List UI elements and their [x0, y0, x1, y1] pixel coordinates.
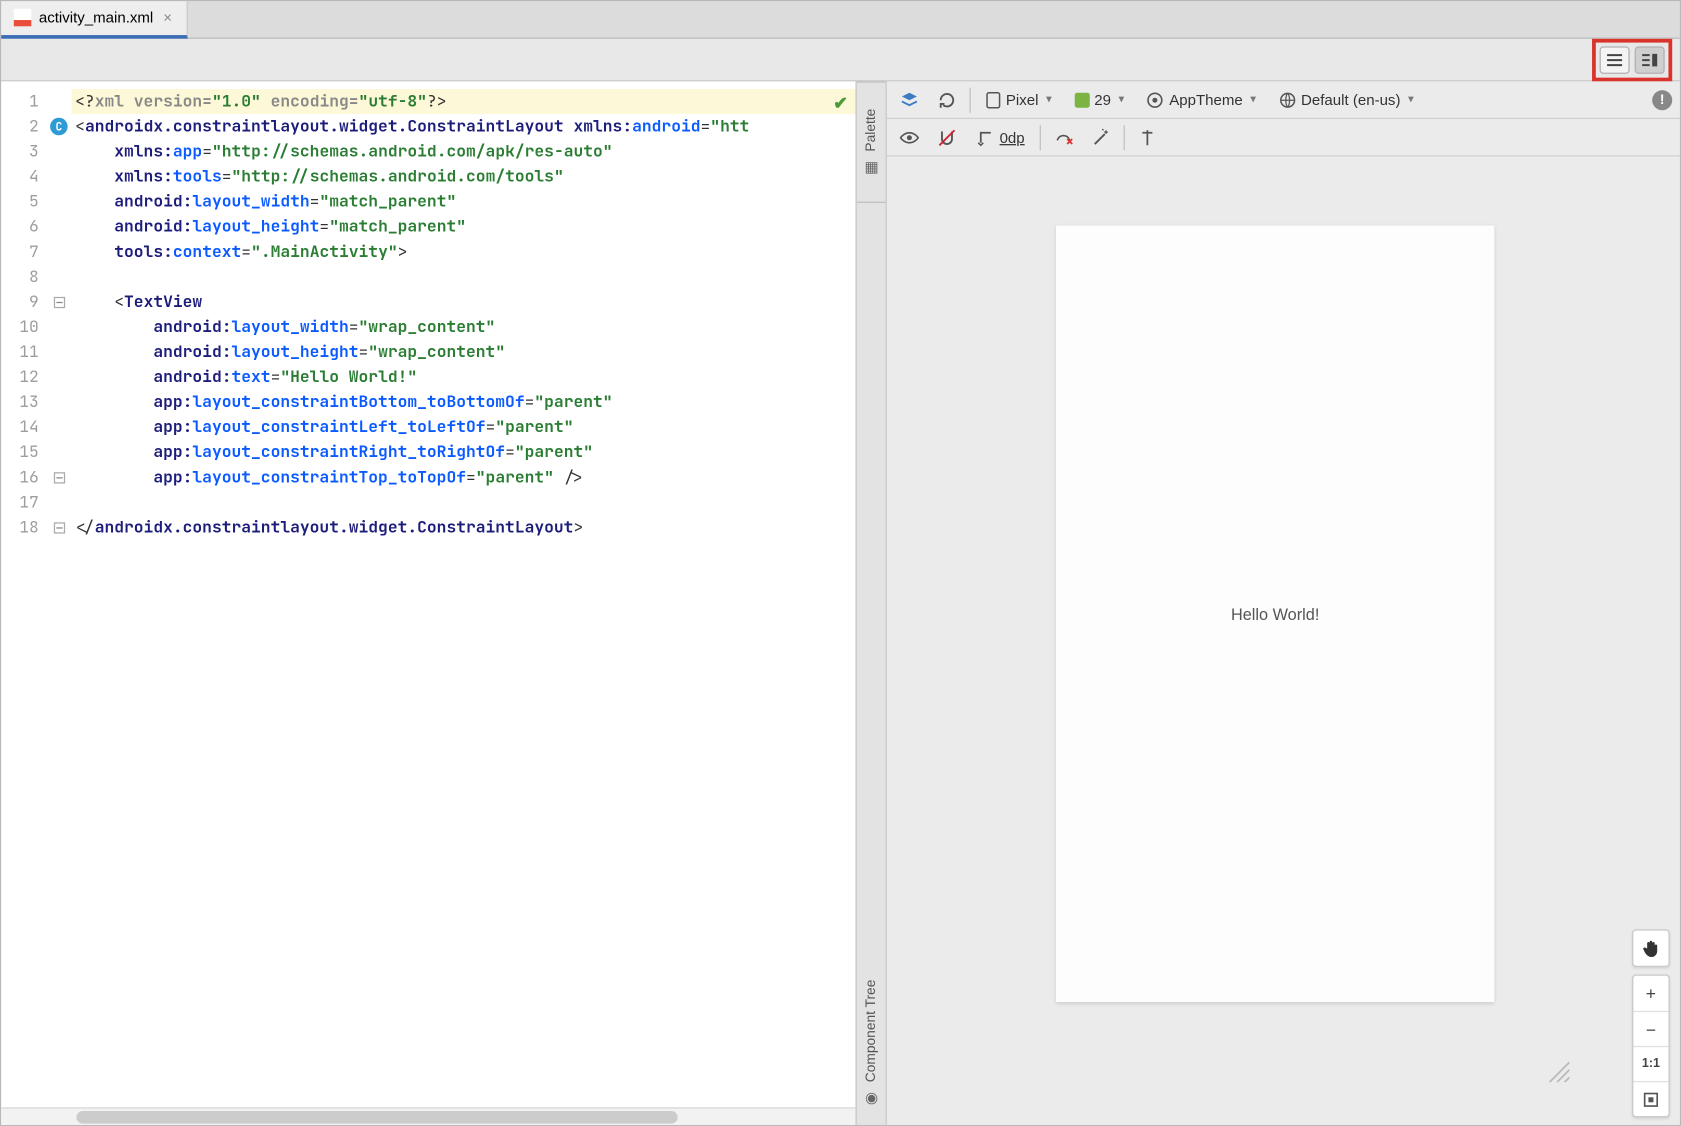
preview-toolbar-secondary: 0dp: [887, 119, 1680, 157]
code-line[interactable]: app:layout_constraintBottom_toBottomOf="…: [71, 390, 855, 415]
guidelines-button[interactable]: [1132, 123, 1162, 151]
view-options-button[interactable]: [894, 123, 924, 151]
code-line[interactable]: xmlns:app="http://schemas.android.com/ap…: [71, 139, 855, 164]
design-side-tabs: ▦ Palette ◉ Component Tree: [857, 81, 887, 1124]
toolbar-separator: [1040, 125, 1041, 150]
close-tab-icon[interactable]: ×: [161, 9, 175, 27]
main-split: 123456789101112131415161718 C ✔ <?xml ve…: [1, 81, 1679, 1124]
editor-h-scrollbar[interactable]: [1, 1107, 855, 1125]
device-label: Pixel: [1006, 91, 1039, 109]
guideline-icon: [1137, 127, 1157, 147]
component-tree-label: Component Tree: [864, 980, 879, 1083]
file-tab-activity-main[interactable]: activity_main.xml ×: [1, 1, 188, 39]
resize-grip[interactable]: [1544, 1057, 1569, 1082]
code-line[interactable]: android:text="Hello World!": [71, 365, 855, 390]
chevron-down-icon: ▾: [1046, 93, 1052, 107]
marker-gutter[interactable]: C: [46, 81, 71, 1107]
palette-label: Palette: [864, 108, 879, 151]
clear-constraints-button[interactable]: [1048, 123, 1078, 151]
view-mode-group: [1592, 38, 1672, 81]
chevron-down-icon: ▾: [1118, 93, 1124, 107]
eye-icon: [899, 127, 919, 147]
magnet-icon: [937, 127, 957, 147]
globe-icon: [1278, 91, 1296, 109]
toolbar-separator: [1124, 125, 1125, 150]
chevron-down-icon: ▾: [1408, 93, 1414, 107]
code-line[interactable]: tools:context=".MainActivity">: [71, 239, 855, 264]
tab-filename: activity_main.xml: [39, 9, 153, 27]
code-line[interactable]: xmlns:tools="http://schemas.android.com/…: [71, 164, 855, 189]
line-number-gutter[interactable]: 123456789101112131415161718: [1, 81, 46, 1107]
split-icon: [1641, 51, 1659, 69]
code-line[interactable]: [71, 490, 855, 515]
layout-editor-mode-bar: [1, 39, 1679, 82]
editor-tabbar: activity_main.xml ×: [1, 1, 1679, 39]
zoom-out-button[interactable]: −: [1633, 1011, 1668, 1046]
code-line[interactable]: app:layout_constraintTop_toTopOf="parent…: [71, 465, 855, 490]
wand-icon: [1091, 127, 1111, 147]
code-editor[interactable]: 123456789101112131415161718 C ✔ <?xml ve…: [1, 81, 855, 1107]
theme-label: AppTheme: [1169, 91, 1243, 109]
locale-selector[interactable]: Default (en-us) ▾: [1271, 86, 1421, 114]
autoconnect-button[interactable]: [932, 123, 962, 151]
device-frame[interactable]: Hello World!: [1056, 225, 1494, 1002]
infer-constraints-button[interactable]: [1086, 123, 1116, 151]
design-surface-button[interactable]: [894, 86, 924, 114]
theme-icon: [1147, 91, 1165, 109]
warnings-button[interactable]: !: [1652, 90, 1672, 110]
orientation-button[interactable]: [932, 86, 962, 114]
view-mode-split-button[interactable]: [1635, 46, 1665, 74]
zoom-controls: + − 1:1: [1632, 929, 1670, 1117]
rotate-icon: [937, 90, 957, 110]
analysis-ok-icon[interactable]: ✔: [833, 91, 848, 116]
theme-selector[interactable]: AppTheme ▾: [1139, 86, 1263, 114]
scrollbar-thumb[interactable]: [76, 1111, 677, 1124]
design-preview-pane: Pixel ▾ 29 ▾ AppTheme ▾ Default (en-us) …: [887, 81, 1680, 1124]
chevron-down-icon: ▾: [1250, 93, 1256, 107]
locale-label: Default (en-us): [1301, 91, 1400, 109]
palette-tab[interactable]: ▦ Palette: [857, 81, 886, 201]
code-line[interactable]: [71, 264, 855, 289]
zoom-group: + − 1:1: [1632, 975, 1670, 1118]
code-line[interactable]: <TextView: [71, 289, 855, 314]
design-canvas[interactable]: Hello World! + − 1:1: [887, 157, 1680, 1125]
preview-toolbar-primary: Pixel ▾ 29 ▾ AppTheme ▾ Default (en-us) …: [887, 81, 1680, 119]
default-margin-button[interactable]: 0dp: [970, 123, 1033, 151]
zoom-in-button[interactable]: +: [1633, 976, 1668, 1011]
code-line[interactable]: <androidx.constraintlayout.widget.Constr…: [71, 114, 855, 139]
code-content[interactable]: ✔ <?xml version="1.0" encoding="utf-8"?>…: [71, 81, 855, 1107]
zoom-reset-button[interactable]: 1:1: [1633, 1046, 1668, 1081]
code-line[interactable]: </androidx.constraintlayout.widget.Const…: [71, 515, 855, 540]
phone-icon: [986, 91, 1001, 109]
layers-icon: [899, 90, 919, 110]
api-selector[interactable]: 29 ▾: [1067, 86, 1132, 114]
pan-button[interactable]: [1632, 929, 1670, 967]
margin-value: 0dp: [1000, 128, 1025, 146]
code-line[interactable]: android:layout_width="wrap_content": [71, 314, 855, 339]
view-mode-code-button[interactable]: [1600, 46, 1630, 74]
xml-file-icon: [14, 9, 32, 27]
code-line[interactable]: app:layout_constraintLeft_toLeftOf="pare…: [71, 415, 855, 440]
code-line[interactable]: app:layout_constraintRight_toRightOf="pa…: [71, 440, 855, 465]
preview-textview[interactable]: Hello World!: [1231, 604, 1319, 623]
android-icon: [1074, 92, 1089, 107]
code-line[interactable]: android:layout_width="match_parent": [71, 189, 855, 214]
code-line[interactable]: <?xml version="1.0" encoding="utf-8"?>: [71, 89, 855, 114]
device-selector[interactable]: Pixel ▾: [978, 86, 1059, 114]
lines-icon: [1606, 51, 1624, 69]
code-line[interactable]: android:layout_height="wrap_content": [71, 339, 855, 364]
tree-icon: ◉: [862, 1090, 880, 1108]
hand-icon: [1641, 938, 1661, 958]
component-tree-tab[interactable]: ◉ Component Tree: [857, 202, 886, 1125]
code-line[interactable]: android:layout_height="match_parent": [71, 214, 855, 239]
code-editor-pane: 123456789101112131415161718 C ✔ <?xml ve…: [1, 81, 857, 1124]
api-label: 29: [1094, 91, 1111, 109]
palette-icon: ▦: [862, 159, 880, 177]
margin-icon: [977, 128, 995, 146]
clear-constraints-icon: [1053, 127, 1073, 147]
toolbar-separator: [970, 87, 971, 112]
zoom-fit-button[interactable]: [1633, 1081, 1668, 1116]
fit-icon: [1642, 1090, 1660, 1108]
